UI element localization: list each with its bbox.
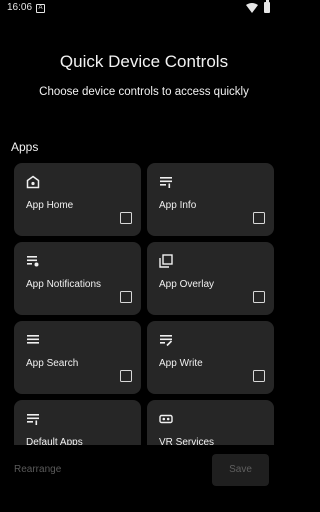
tile-label: App Home bbox=[26, 200, 74, 211]
tile-app-write[interactable]: App Write bbox=[147, 321, 274, 394]
tile-label: Default Apps bbox=[26, 437, 83, 445]
rearrange-button[interactable]: Rearrange bbox=[14, 458, 86, 482]
page-subtitle: Choose device controls to access quickly bbox=[39, 86, 249, 98]
status-time: 16:06 bbox=[7, 2, 33, 13]
tile-checkbox[interactable] bbox=[120, 291, 132, 303]
write-list-icon bbox=[160, 335, 173, 347]
vr-headset-icon bbox=[159, 414, 173, 424]
tile-label: App Write bbox=[159, 358, 203, 369]
search-list-icon bbox=[27, 335, 39, 344]
tile-checkbox[interactable] bbox=[120, 370, 132, 382]
tile-app-search[interactable]: App Search bbox=[14, 321, 141, 394]
tile-checkbox[interactable] bbox=[120, 212, 132, 224]
tile-app-overlay[interactable]: App Overlay bbox=[147, 242, 274, 315]
tile-label: App Overlay bbox=[159, 279, 215, 290]
tile-app-notifications[interactable]: App Notifications bbox=[14, 242, 141, 315]
tile-default-apps[interactable]: Default Apps bbox=[14, 400, 141, 445]
home-icon bbox=[26, 175, 40, 189]
save-button[interactable]: Save bbox=[212, 454, 269, 486]
notification-icon: A bbox=[36, 4, 45, 13]
tile-label: App Info bbox=[159, 200, 197, 211]
tile-label: App Notifications bbox=[26, 279, 102, 290]
bottom-bar: Rearrange Save bbox=[0, 445, 288, 512]
tile-app-home[interactable]: App Home bbox=[14, 163, 141, 236]
tile-checkbox[interactable] bbox=[253, 291, 265, 303]
tile-vr-services[interactable]: VR Services bbox=[147, 400, 274, 445]
section-label-apps: Apps bbox=[11, 140, 39, 154]
overlay-icon bbox=[159, 254, 173, 268]
controls-grid[interactable]: App Home App Info App Notifications App … bbox=[0, 160, 288, 445]
tile-label: App Search bbox=[26, 358, 79, 369]
wifi-icon bbox=[246, 3, 258, 13]
tile-checkbox[interactable] bbox=[253, 212, 265, 224]
battery-icon bbox=[264, 0, 270, 13]
notifications-list-icon bbox=[27, 256, 39, 267]
status-bar: 16:06 A bbox=[0, 0, 288, 18]
screen: 16:06 A Quick Device Controls Choose dev… bbox=[0, 0, 288, 512]
default-apps-list-icon bbox=[27, 414, 39, 425]
info-list-icon bbox=[160, 177, 172, 188]
tile-checkbox[interactable] bbox=[253, 370, 265, 382]
tile-app-info[interactable]: App Info bbox=[147, 163, 274, 236]
page-title: Quick Device Controls bbox=[59, 52, 229, 71]
tile-label: VR Services bbox=[159, 437, 215, 445]
